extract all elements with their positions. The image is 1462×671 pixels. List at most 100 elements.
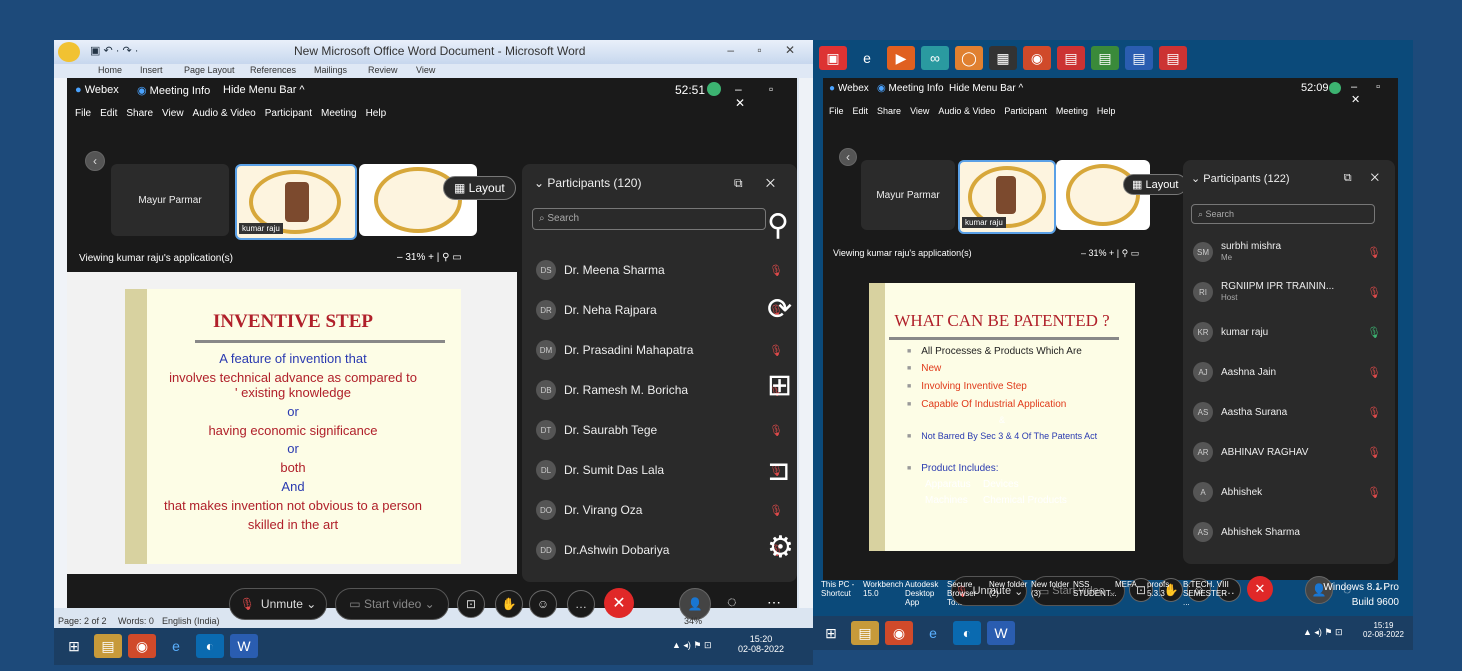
participant-row[interactable]: KR kumar raju 🎙 [1183,314,1395,350]
menu-share[interactable]: Share [877,106,901,116]
panel-controls[interactable]: ⧉ ✕ [1344,172,1387,185]
hide-menu-bar-button[interactable]: Hide Menu Bar ^ [949,83,1023,94]
ie-icon[interactable]: e [853,46,881,70]
mic-muted-icon[interactable]: 🎙 [769,264,783,277]
tab-references[interactable]: References [250,65,296,75]
more-options-icon[interactable]: … [567,590,595,618]
app-icon[interactable]: ▦ [989,46,1017,70]
word-scrollbar[interactable] [799,78,813,608]
share-content-icon[interactable]: ⊡ [457,590,485,618]
word-taskbar-icon[interactable]: W [230,634,258,658]
share-icon[interactable]: ⟳ [767,292,792,327]
participant-row[interactable]: A Abhishek 🎙 [1183,474,1395,510]
webex-window-controls[interactable]: – ▫ ✕ [1351,81,1398,106]
chrome-icon[interactable]: ◉ [1023,46,1051,70]
zoom-controls[interactable]: – 31% + | ⚲ ▭ [397,252,462,263]
more-icon[interactable]: ⋯ [767,594,781,611]
menu-edit[interactable]: Edit [853,106,869,116]
video-tile-kumar[interactable]: kumar raju [235,164,357,240]
reactions-icon[interactable]: ☺ [529,590,557,618]
meeting-info-button[interactable]: ◉ Meeting Info [877,83,944,94]
status-zoom[interactable]: 34% [684,616,702,626]
mic-muted-icon[interactable]: 🎙 [1367,286,1381,299]
video-tile-kumar[interactable]: kumar raju [958,160,1056,234]
unmute-button[interactable]: 🎙 Unmute ⌄ [229,588,327,620]
participant-row[interactable]: DM Dr. Prasadini Mahapatra 🎙 [522,332,797,368]
tray-icons[interactable]: ▲ ◂) ⚑ ⊡ [1303,627,1343,638]
desktop-icon[interactable]: New folder (2) [989,580,1031,607]
file-explorer-icon[interactable]: ▤ [94,634,122,658]
arduino-icon[interactable]: ∞ [921,46,949,70]
prev-video-button[interactable]: ‹ [839,148,857,166]
doc-icon[interactable]: ▤ [1125,46,1153,70]
office-button[interactable] [58,42,80,62]
mic-muted-icon[interactable]: 🎙 [1367,366,1381,379]
app-icon[interactable]: ◯ [955,46,983,70]
tab-view[interactable]: View [416,65,435,75]
participant-row[interactable]: DS Dr. Meena Sharma 🎙 [522,252,797,288]
layout-button[interactable]: ▦ Layout [443,176,516,200]
word-taskbar-icon[interactable]: W [987,621,1015,645]
participant-row[interactable]: AR ABHINAV RAGHAV 🎙 [1183,434,1395,470]
mic-muted-icon[interactable]: 🎙 [1367,406,1381,419]
participant-row[interactable]: SM surbhi mishra Me 🎙 [1183,234,1395,270]
tab-mailings[interactable]: Mailings [314,65,347,75]
prev-video-button[interactable]: ‹ [85,151,105,171]
menu-share[interactable]: Share [126,108,153,119]
menu-view[interactable]: View [162,108,184,119]
menu-meeting[interactable]: Meeting [321,108,357,119]
webex-window-controls[interactable]: – ▫ ✕ [735,82,797,110]
settings-gear-icon[interactable]: ⚙ [767,530,794,565]
webex-taskbar-icon[interactable]: ◐ [953,621,981,645]
tray-icons[interactable]: ▲ ◂) ⚑ ⊡ [672,640,712,651]
desktop-icon[interactable]: MEFA [1115,580,1147,607]
participant-row[interactable]: DO Dr. Virang Oza 🎙 [522,492,797,528]
participants-search[interactable]: ⌕ Search [1191,204,1375,224]
window-controls[interactable]: – ▫ ✕ [727,43,805,57]
participant-row[interactable]: RI RGNIIPM IPR TRAININ... Host 🎙 [1183,274,1395,310]
mic-muted-icon[interactable]: 🎙 [769,344,783,357]
tab-review[interactable]: Review [368,65,398,75]
menu-help[interactable]: Help [1097,106,1116,116]
desktop-icon[interactable]: Autodesk Desktop App [905,580,947,607]
start-video-button[interactable]: ▭ Start video ⌄ [335,588,449,620]
desktop-icon[interactable]: Secure Browser To... [947,580,989,607]
menu-edit[interactable]: Edit [100,108,117,119]
file-explorer-icon[interactable]: ▤ [851,621,879,645]
layout-button[interactable]: ▦ Layout [1123,174,1188,195]
menu-audio-video[interactable]: Audio & Video [193,108,256,119]
chrome-icon[interactable]: ◉ [885,621,913,645]
desktop-icon[interactable]: NSS STUDENT... [1073,580,1117,607]
zoom-controls[interactable]: – 31% + | ⚲ ▭ [1081,248,1139,259]
participant-row[interactable]: AJ Aashna Jain 🎙 [1183,354,1395,390]
tab-page-layout[interactable]: Page Layout [184,65,235,75]
panel-controls[interactable]: ⧉ ✕ [734,176,785,191]
chrome-icon[interactable]: ◉ [128,634,156,658]
desktop-icon[interactable]: This PC - Shortcut [821,580,863,607]
mic-muted-icon[interactable]: 🎙 [1367,446,1381,459]
menu-participant[interactable]: Participant [1004,106,1047,116]
mic-muted-icon[interactable]: 🎙 [1367,486,1381,499]
ie-icon[interactable]: e [919,621,947,645]
participant-row[interactable]: DD Dr.Ashwin Dobariya 🎙 [522,532,797,568]
mic-active-icon[interactable]: 🎙 [1367,326,1381,339]
pdf-icon[interactable]: ▤ [1159,46,1187,70]
quick-access-icons[interactable]: ▣ ↶ · ↷ · [90,44,138,57]
start-icon[interactable]: ⊞ [817,621,845,645]
meeting-info-button[interactable]: ◉ Meeting Info [137,84,210,97]
desktop-icon[interactable]: Workbench 15.0 [863,580,905,607]
mic-muted-icon[interactable]: 🎙 [769,424,783,437]
participant-row[interactable]: AS Abhishek Sharma [1183,514,1395,550]
hide-menu-bar-button[interactable]: Hide Menu Bar ^ [223,84,305,96]
participant-row[interactable]: DR Dr. Neha Rajpara 🎙 [522,292,797,328]
magnifier-icon[interactable]: ⚲ [767,208,789,243]
leave-meeting-button[interactable]: ✕ [604,588,634,618]
participant-row[interactable]: AS Aastha Surana 🎙 [1183,394,1395,430]
tab-home[interactable]: Home [98,65,122,75]
menu-meeting[interactable]: Meeting [1056,106,1088,116]
pdf-icon[interactable]: ▤ [1057,46,1085,70]
participant-row[interactable]: DB Dr. Ramesh M. Boricha 🎙 [522,372,797,408]
webex-taskbar-icon[interactable]: ◐ [196,634,224,658]
participant-row[interactable]: DL Dr. Sumit Das Lala 🎙 [522,452,797,488]
start-icon[interactable]: ⊞ [60,634,88,658]
